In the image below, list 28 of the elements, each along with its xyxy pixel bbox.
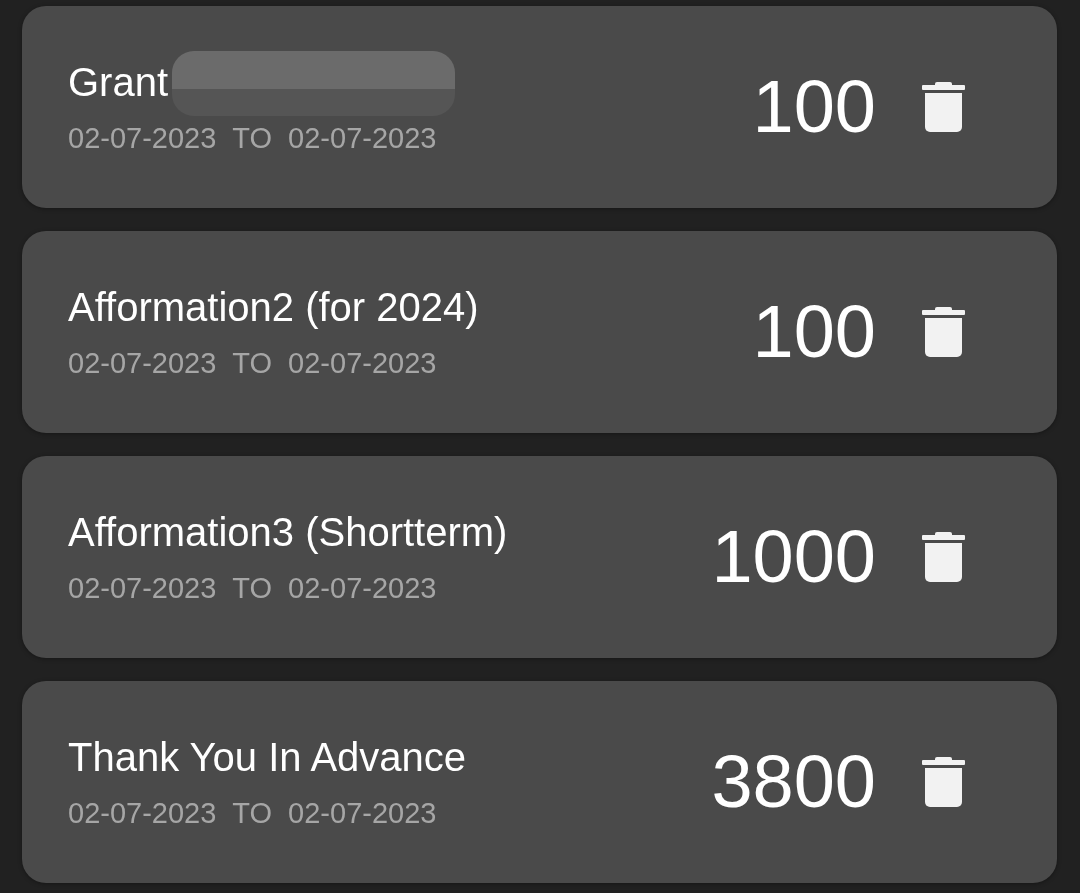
start-date: 02-07-2023 [68,346,217,381]
start-date: 02-07-2023 [68,796,217,831]
trash-icon[interactable] [922,532,965,582]
item-title: Thank You In Advance [68,734,467,781]
amount: 100 [752,292,876,372]
amount: 100 [752,67,876,147]
item-title: Afformation2 (for 2024) [68,284,479,331]
date-separator: TO [232,796,273,831]
list-item-card[interactable]: Thank You In Advance 02-07-2023 TO 02-07-2023 3800 [22,681,1057,883]
amount: 1000 [711,517,876,597]
amount: 3800 [711,742,876,822]
list-item-card[interactable]: Afformation2 (for 2024) 02-07-2023 TO 02-07-2023 100 [22,231,1057,433]
end-date: 02-07-2023 [288,121,437,156]
date-separator: TO [232,121,273,156]
end-date: 02-07-2023 [288,571,437,606]
start-date: 02-07-2023 [68,571,217,606]
trash-icon[interactable] [922,307,965,357]
date-separator: TO [232,346,273,381]
date-separator: TO [232,571,273,606]
end-date: 02-07-2023 [288,796,437,831]
list-item-card[interactable]: Grant 02-07-2023 TO 02-07-2023 100 [22,6,1057,208]
end-date: 02-07-2023 [288,346,437,381]
list-item-card[interactable]: Afformation3 (Shortterm) 02-07-2023 TO 02-07-2023 1000 [22,456,1057,658]
trash-icon[interactable] [922,757,965,807]
start-date: 02-07-2023 [68,121,217,156]
item-title: Grant [68,59,169,106]
trash-icon[interactable] [922,82,965,132]
item-title: Afformation3 (Shortterm) [68,509,508,556]
